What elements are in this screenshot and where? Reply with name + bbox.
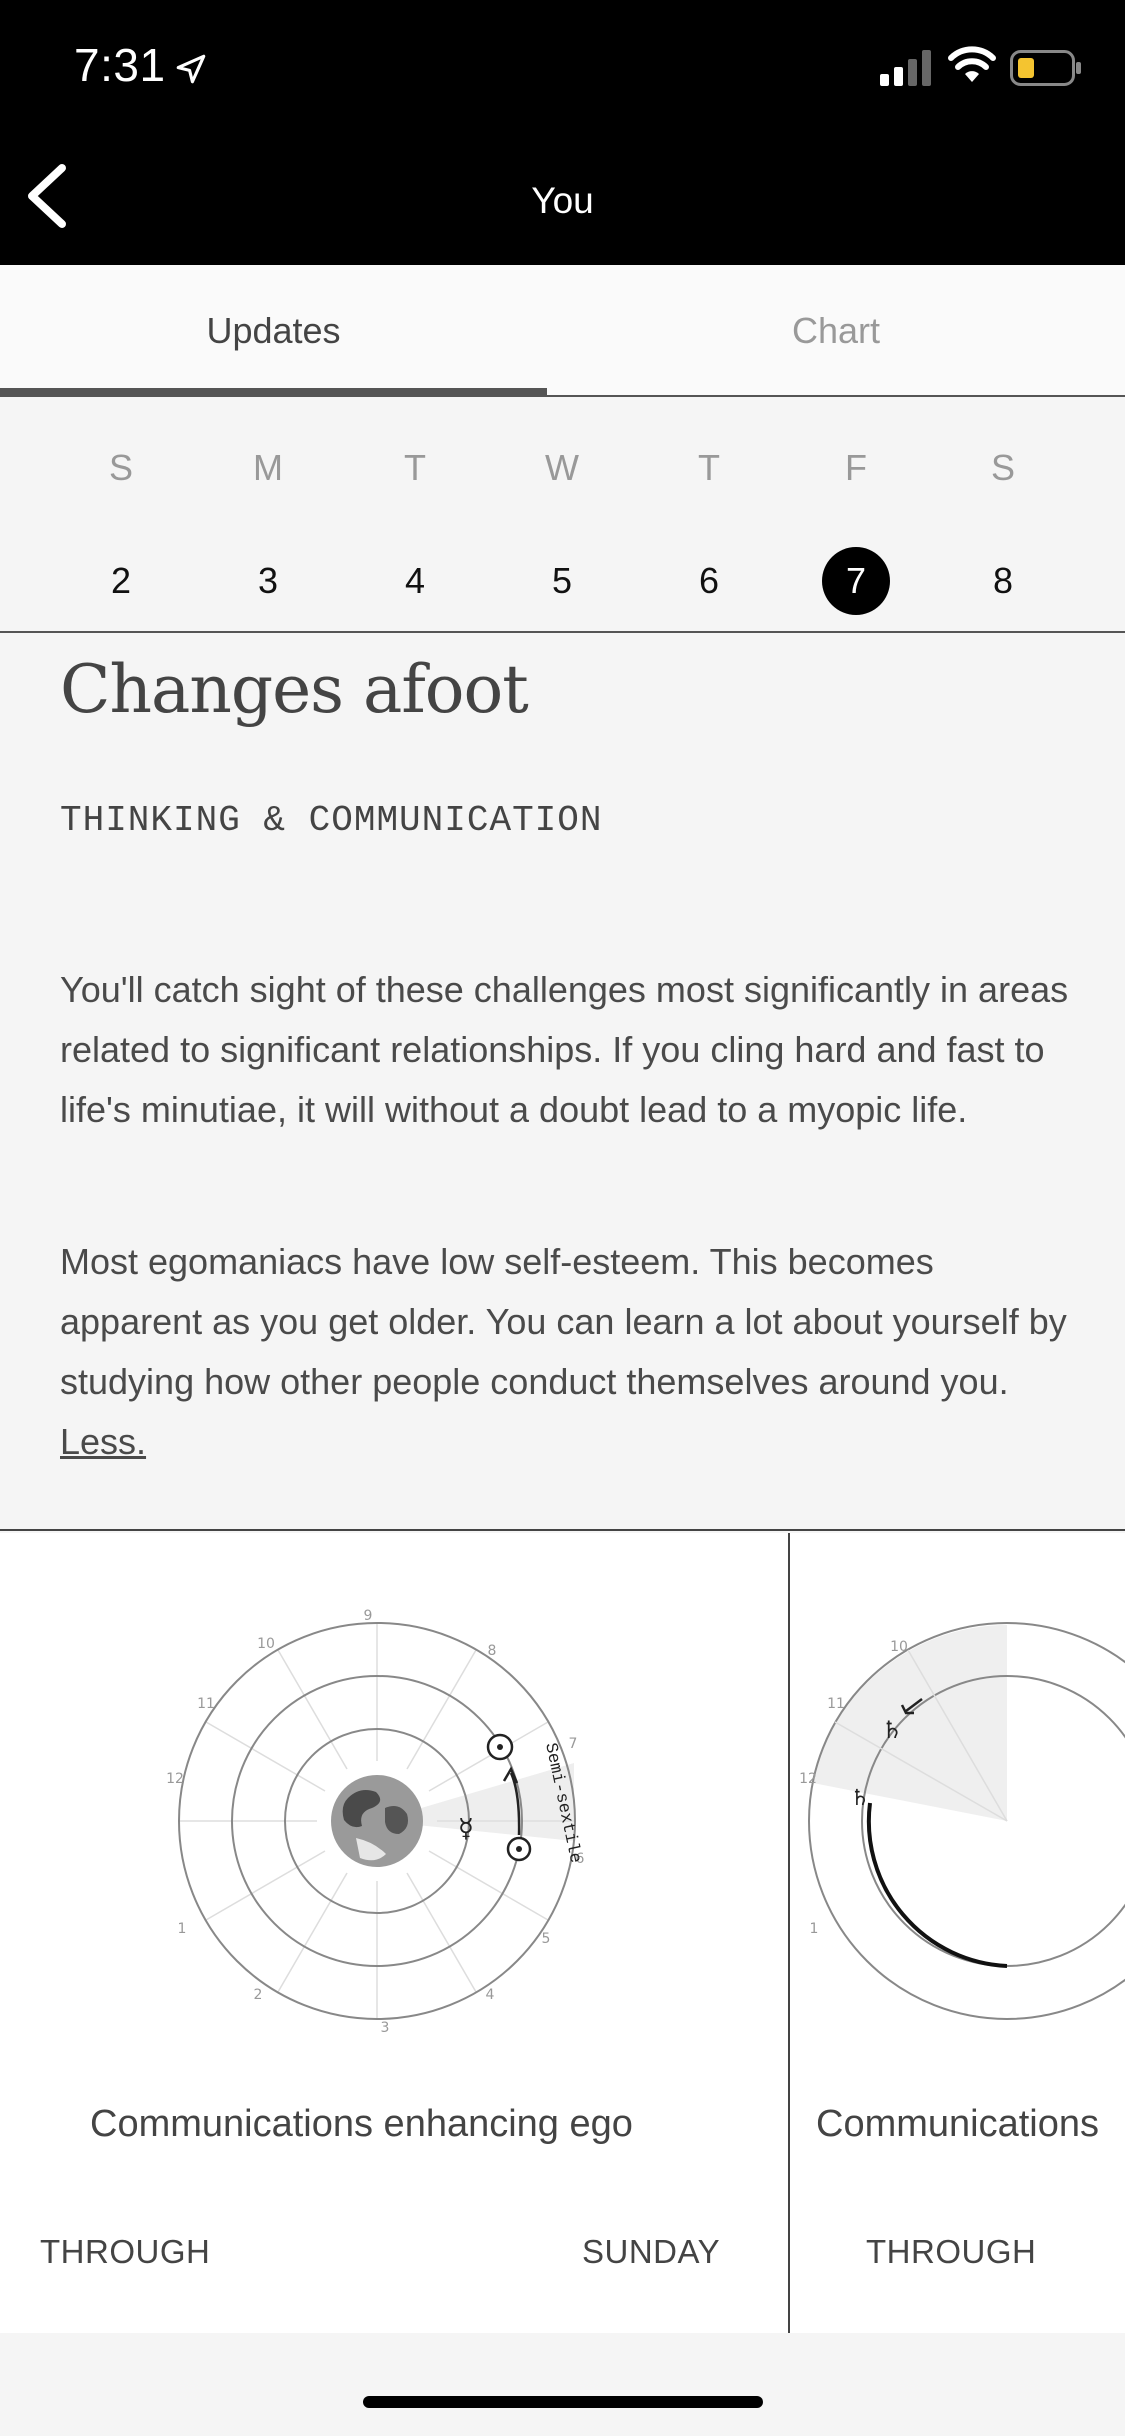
weekday-label: S	[990, 447, 1015, 488]
svg-text:1: 1	[178, 1921, 187, 1937]
through-label: THROUGH	[866, 2233, 1037, 2270]
update-paragraph-text: Most egomaniacs have low self-esteem. Th…	[60, 1241, 1067, 1402]
active-tab-indicator	[0, 388, 547, 395]
transit-cards-carousel[interactable]: 9 8 7 6 5 4 3 2 1 12 11 10 ☿ Semi-sextil…	[0, 1533, 1125, 2333]
svg-text:3: 3	[381, 2020, 390, 2036]
weekday-label: F	[845, 447, 867, 488]
weekday-label: T	[698, 447, 720, 488]
svg-text:10: 10	[257, 1636, 275, 1652]
weekday-label: S	[108, 447, 133, 488]
weekday-label: M	[253, 447, 283, 488]
transit-card[interactable]: 10 11 12 1 ♄ ♄ Communications THROUGH	[792, 1533, 1125, 2333]
calendar-date[interactable]: 5	[522, 547, 602, 615]
location-arrow-icon	[176, 54, 206, 84]
tab-updates[interactable]: Updates	[0, 265, 547, 397]
week-calendar: S M T W T F S 2 3 4 5 6 7 8	[0, 397, 1125, 633]
wifi-icon	[948, 46, 996, 82]
until-day: SUNDAY	[582, 2233, 721, 2270]
update-paragraph: You'll catch sight of these challenges m…	[60, 969, 1069, 1130]
update-paragraph: Most egomaniacs have low self-esteem. Th…	[60, 1232, 1070, 1472]
svg-text:9: 9	[364, 1608, 373, 1624]
transit-wheel-chart: 10 11 12 1 ♄ ♄	[799, 1622, 1125, 2020]
svg-text:11: 11	[197, 1696, 215, 1712]
less-link[interactable]: Less.	[60, 1421, 146, 1462]
calendar-date[interactable]: 4	[375, 547, 455, 615]
calendar-date[interactable]: 2	[81, 547, 161, 615]
page-title: You	[531, 180, 594, 221]
calendar-date[interactable]: 3	[228, 547, 308, 615]
tab-bar: Updates Chart	[0, 265, 1125, 397]
transit-title: Communications enhancing ego	[90, 2103, 633, 2145]
calendar-date[interactable]: 8	[963, 547, 1043, 615]
svg-text:☿: ☿	[458, 1814, 474, 1844]
home-indicator[interactable]	[363, 2396, 763, 2408]
update-headline: Changes afoot	[60, 651, 529, 728]
svg-text:11: 11	[827, 1696, 845, 1712]
transit-wheel-chart: 9 8 7 6 5 4 3 2 1 12 11 10 ☿ Semi-sextil…	[166, 1608, 584, 2036]
svg-text:♄: ♄	[850, 1786, 870, 1811]
tab-chart[interactable]: Chart	[547, 265, 1125, 397]
status-and-nav-bar: 7:31 You	[0, 0, 1125, 265]
calendar-date[interactable]: 6	[669, 547, 749, 615]
weekday-label: T	[404, 447, 426, 488]
transit-card[interactable]: 9 8 7 6 5 4 3 2 1 12 11 10 ☿ Semi-sextil…	[0, 1533, 790, 2333]
calendar-date-selected[interactable]: 7	[816, 547, 896, 615]
status-time: 7:31	[74, 39, 166, 91]
svg-text:2: 2	[254, 1987, 263, 2003]
svg-text:12: 12	[799, 1771, 817, 1787]
svg-text:1: 1	[810, 1921, 819, 1937]
through-label: THROUGH	[40, 2233, 211, 2270]
battery-icon	[1010, 50, 1081, 86]
signal-icon	[880, 50, 931, 86]
svg-text:4: 4	[486, 1987, 495, 2003]
update-category: THINKING & COMMUNICATION	[60, 800, 603, 841]
svg-text:12: 12	[166, 1771, 184, 1787]
svg-text:5: 5	[542, 1931, 551, 1947]
svg-text:7: 7	[569, 1736, 578, 1752]
svg-text:♄: ♄	[881, 1716, 903, 1744]
update-content: Changes afoot THINKING & COMMUNICATION Y…	[0, 635, 1125, 1531]
transit-title: Communications	[816, 2103, 1099, 2145]
svg-text:8: 8	[488, 1643, 497, 1659]
weekday-label: W	[545, 447, 579, 488]
svg-text:10: 10	[890, 1639, 908, 1655]
